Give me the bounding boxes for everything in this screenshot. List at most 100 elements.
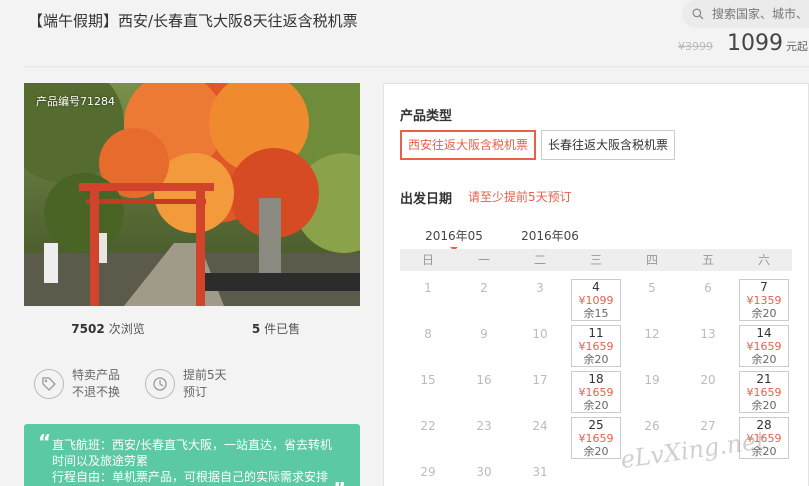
day-number: 31: [532, 465, 548, 479]
highlights-box: “ 直飞航班：西安/长春直飞大阪，一站直达，省去转机 时间以及旅途劳累 行程自由…: [24, 424, 360, 486]
calendar-day: 19: [624, 369, 680, 415]
weekday-tue: 二: [533, 253, 546, 267]
search-icon: [692, 8, 704, 20]
tab-month-may[interactable]: 2016年05: [422, 227, 486, 251]
search-input[interactable]: [712, 7, 809, 21]
views-count: 7502: [71, 322, 105, 336]
calendar-day-available[interactable]: 11 ¥1659 余20: [571, 325, 621, 367]
day-number: 19: [644, 373, 660, 387]
weekday-wed: 三: [589, 253, 602, 267]
day-stock: 余20: [583, 399, 609, 412]
day-price: ¥1099: [578, 294, 614, 307]
feature-special-line1: 特卖产品: [72, 368, 121, 382]
day-stock: 余20: [751, 353, 777, 366]
calendar-day-available[interactable]: 4 ¥1099 余15: [571, 279, 621, 321]
search-box[interactable]: [682, 0, 809, 28]
sold-stat: 5 件已售: [192, 320, 360, 337]
open-quote-icon: “: [38, 430, 52, 454]
tag-icon: [34, 369, 64, 399]
calendar-day-available[interactable]: 21 ¥1659 余20: [739, 371, 789, 413]
day-number: 27: [700, 419, 716, 433]
calendar-day: 8: [400, 323, 456, 369]
day-price: ¥1659: [578, 340, 614, 353]
day-price: ¥1659: [746, 432, 782, 445]
day-number: 28: [756, 418, 772, 432]
day-stock: 余20: [751, 445, 777, 458]
product-stats: 7502 次浏览 5 件已售: [24, 320, 360, 337]
calendar-day-available[interactable]: 18 ¥1659 余20: [571, 371, 621, 413]
feature-advance: 提前5天 预订: [145, 367, 227, 401]
sold-label: 件已售: [264, 322, 301, 336]
day-number: 17: [532, 373, 548, 387]
day-number: 1: [424, 281, 432, 295]
calendar-day: 1: [400, 277, 456, 323]
day-price: ¥1659: [746, 340, 782, 353]
views-label: 次浏览: [108, 322, 145, 336]
advance-booking-note: 请至少提前5天预订: [468, 190, 572, 204]
current-price: 1099: [727, 31, 783, 56]
booking-panel: 产品类型 西安往返大阪含税机票 长春往返大阪含税机票 出发日期 请至少提前5天预…: [383, 83, 809, 486]
day-number: 21: [756, 372, 772, 386]
calendar-day-available[interactable]: 7 ¥1359 余20: [739, 279, 789, 321]
highlight-line1: 直飞航班：西安/长春直飞大阪，一站直达，省去转机: [52, 438, 333, 452]
day-number: 5: [648, 281, 656, 295]
feature-special: 特卖产品 不退不换: [34, 367, 120, 401]
day-price: ¥1659: [746, 386, 782, 399]
day-number: 12: [644, 327, 660, 341]
day-stock: 余20: [751, 399, 777, 412]
price-row: ¥3999 1099 元起: [678, 31, 808, 56]
calendar-grid: 1 2 3 4 ¥1099 余15 5 6 7 ¥1359 余20 8 9 10 11 ¥1659 余20 12 1…: [400, 277, 792, 486]
calendar-day: 24: [512, 415, 568, 461]
sold-count: 5: [251, 322, 261, 336]
day-number: 14: [756, 326, 772, 340]
weekday-header: 日 一 二 三 四 五 六: [400, 249, 792, 271]
calendar-day: 6: [680, 277, 736, 323]
day-price: ¥1659: [578, 432, 614, 445]
calendar-day: 31: [512, 461, 568, 486]
option-xian-osaka[interactable]: 西安往返大阪含税机票: [400, 130, 537, 160]
clock-icon: [145, 369, 175, 399]
product-title: 【端午假期】西安/长春直飞大阪8天往返含税机票: [28, 12, 358, 30]
original-price: ¥3999: [678, 40, 713, 53]
day-number: 24: [532, 419, 548, 433]
day-stock: 余20: [583, 353, 609, 366]
day-number: 8: [424, 327, 432, 341]
calendar-day: 5: [624, 277, 680, 323]
calendar-day-available[interactable]: 25 ¥1659 余20: [571, 417, 621, 459]
option-changchun-osaka[interactable]: 长春往返大阪含税机票: [541, 130, 676, 160]
feature-special-line2: 不退不换: [72, 385, 121, 399]
day-stock: 余20: [751, 307, 777, 320]
tab-month-june[interactable]: 2016年06: [518, 227, 582, 249]
views-stat: 7502 次浏览: [24, 320, 192, 337]
day-number: 22: [420, 419, 436, 433]
calendar-day: 2: [456, 277, 512, 323]
day-number: 29: [420, 465, 436, 479]
day-price: ¥1359: [746, 294, 782, 307]
calendar-day: 3: [512, 277, 568, 323]
calendar-day: 27: [680, 415, 736, 461]
feature-advance-line2: 预订: [183, 385, 208, 399]
day-stock: 余20: [583, 445, 609, 458]
header-divider: [24, 66, 809, 67]
day-number: 3: [536, 281, 544, 295]
autumn-shrine-image: [24, 83, 360, 306]
day-number: 30: [476, 465, 492, 479]
calendar-day: 16: [456, 369, 512, 415]
weekday-mon: 一: [477, 253, 490, 267]
day-stock: 余15: [583, 307, 609, 320]
calendar-day: 12: [624, 323, 680, 369]
day-number: 26: [644, 419, 660, 433]
calendar-day: 20: [680, 369, 736, 415]
day-number: 20: [700, 373, 716, 387]
day-number: 6: [704, 281, 712, 295]
day-number: 16: [476, 373, 492, 387]
weekday-thu: 四: [645, 253, 658, 267]
calendar-day-available[interactable]: 14 ¥1659 余20: [739, 325, 789, 367]
highlight-line2: 时间以及旅途劳累: [52, 454, 149, 468]
calendar-day-available[interactable]: 28 ¥1659 余20: [739, 417, 789, 459]
feature-advance-line1: 提前5天: [183, 368, 227, 382]
calendar-day: 17: [512, 369, 568, 415]
close-quote-icon: ”: [333, 480, 346, 486]
highlight-line3: 行程自由：单机票产品，可根据自己的实际需求安排: [52, 470, 329, 484]
calendar-day: 10: [512, 323, 568, 369]
